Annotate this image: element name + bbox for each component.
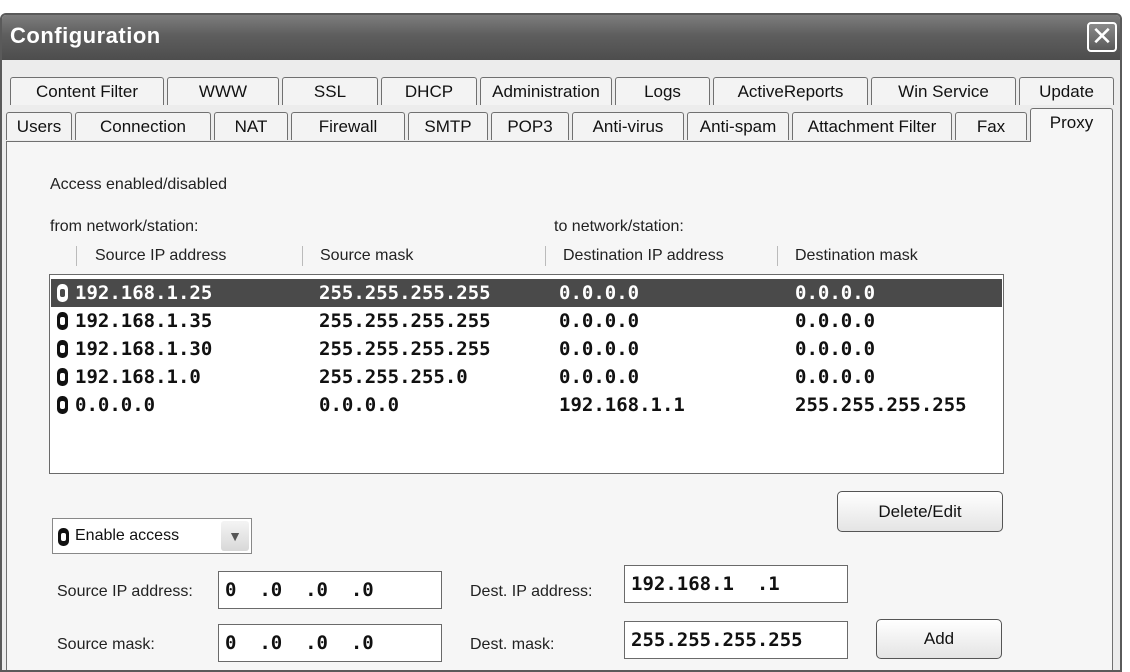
tab-connection[interactable]: Connection bbox=[75, 112, 211, 140]
cell-destination-mask: 0.0.0.0 bbox=[795, 338, 876, 360]
tab-logs[interactable]: Logs bbox=[615, 77, 710, 105]
tab-ssl[interactable]: SSL bbox=[282, 77, 378, 105]
dest-ip-label: Dest. IP address: bbox=[470, 583, 593, 600]
col-destination-mask[interactable]: Destination mask bbox=[795, 247, 918, 265]
tab-win-service[interactable]: Win Service bbox=[871, 77, 1016, 105]
col-source-mask[interactable]: Source mask bbox=[320, 247, 413, 265]
source-mask-label: Source mask: bbox=[57, 636, 155, 653]
cell-destination-mask: 0.0.0.0 bbox=[795, 366, 876, 388]
cell-source-ip: 192.168.1.25 bbox=[75, 282, 213, 304]
cell-destination-ip: 0.0.0.0 bbox=[559, 310, 640, 332]
source-mask-field[interactable]: 0 .0 .0 .0 bbox=[218, 624, 442, 662]
tab-proxy[interactable]: Proxy bbox=[1030, 108, 1113, 142]
lock-icon bbox=[58, 528, 69, 546]
cell-destination-ip: 192.168.1.1 bbox=[559, 394, 685, 416]
add-button[interactable]: Add bbox=[876, 619, 1002, 659]
source-ip-field[interactable]: 0 .0 .0 .0 bbox=[218, 571, 442, 609]
tab-fax[interactable]: Fax bbox=[955, 112, 1027, 140]
tab-smtp[interactable]: SMTP bbox=[408, 112, 488, 140]
lock-icon bbox=[57, 312, 68, 330]
cell-source-mask: 255.255.255.255 bbox=[319, 310, 491, 332]
cell-destination-ip: 0.0.0.0 bbox=[559, 282, 640, 304]
configuration-window: Configuration ✕ Content Filter WWW SSL D… bbox=[0, 13, 1122, 672]
tab-update[interactable]: Update bbox=[1019, 77, 1114, 105]
column-separator bbox=[545, 246, 546, 266]
tab-anti-spam[interactable]: Anti-spam bbox=[687, 112, 789, 140]
column-separator bbox=[76, 246, 77, 266]
tab-anti-virus[interactable]: Anti-virus bbox=[572, 112, 684, 140]
col-destination-ip[interactable]: Destination IP address bbox=[563, 247, 724, 265]
cell-destination-mask: 0.0.0.0 bbox=[795, 282, 876, 304]
lock-icon bbox=[57, 340, 68, 358]
cell-source-ip: 192.168.1.35 bbox=[75, 310, 213, 332]
col-source-ip[interactable]: Source IP address bbox=[95, 247, 226, 265]
cell-source-ip: 0.0.0.0 bbox=[75, 394, 156, 416]
section-label: Access enabled/disabled bbox=[50, 176, 228, 193]
lock-icon bbox=[57, 284, 68, 302]
tab-nat[interactable]: NAT bbox=[214, 112, 288, 140]
cell-source-mask: 255.255.255.255 bbox=[319, 282, 491, 304]
cell-source-ip: 192.168.1.30 bbox=[75, 338, 213, 360]
cell-destination-mask: 0.0.0.0 bbox=[795, 310, 876, 332]
title-bar[interactable]: Configuration ✕ bbox=[2, 15, 1120, 60]
delete-edit-button[interactable]: Delete/Edit bbox=[837, 491, 1003, 532]
table-row[interactable]: 0.0.0.0 0.0.0.0 192.168.1.1 255.255.255.… bbox=[51, 391, 1002, 419]
lock-icon bbox=[57, 396, 68, 414]
column-separator bbox=[302, 246, 303, 266]
tab-activereports[interactable]: ActiveReports bbox=[713, 77, 868, 105]
tab-attachment-filter[interactable]: Attachment Filter bbox=[792, 112, 952, 140]
cell-source-ip: 192.168.1.0 bbox=[75, 366, 201, 388]
cell-destination-mask: 255.255.255.255 bbox=[795, 394, 967, 416]
lock-icon bbox=[57, 368, 68, 386]
access-rules-list[interactable]: 192.168.1.25 255.255.255.255 0.0.0.0 0.0… bbox=[49, 274, 1004, 474]
table-row[interactable]: 192.168.1.35 255.255.255.255 0.0.0.0 0.0… bbox=[51, 307, 1002, 335]
column-separator bbox=[777, 246, 778, 266]
tab-pop3[interactable]: POP3 bbox=[491, 112, 569, 140]
cell-destination-ip: 0.0.0.0 bbox=[559, 366, 640, 388]
cell-source-mask: 0.0.0.0 bbox=[319, 394, 400, 416]
tab-administration[interactable]: Administration bbox=[480, 77, 612, 105]
dest-ip-field[interactable]: 192.168.1 .1 bbox=[624, 565, 848, 603]
dest-mask-label: Dest. mask: bbox=[470, 636, 555, 653]
table-row[interactable]: 192.168.1.25 255.255.255.255 0.0.0.0 0.0… bbox=[51, 279, 1002, 307]
tab-content-filter[interactable]: Content Filter bbox=[10, 77, 164, 105]
access-select[interactable]: Enable access ▼ bbox=[52, 518, 252, 554]
cell-source-mask: 255.255.255.255 bbox=[319, 338, 491, 360]
source-ip-label: Source IP address: bbox=[57, 583, 193, 600]
tab-users[interactable]: Users bbox=[6, 112, 72, 140]
tab-dhcp[interactable]: DHCP bbox=[381, 77, 477, 105]
chevron-down-icon[interactable]: ▼ bbox=[221, 521, 249, 551]
tab-firewall[interactable]: Firewall bbox=[291, 112, 405, 140]
close-button[interactable]: ✕ bbox=[1087, 22, 1117, 52]
dest-mask-field[interactable]: 255.255.255.255 bbox=[624, 621, 848, 659]
cell-source-mask: 255.255.255.0 bbox=[319, 366, 468, 388]
tab-www[interactable]: WWW bbox=[167, 77, 279, 105]
access-select-value: Enable access bbox=[75, 527, 180, 544]
cell-destination-ip: 0.0.0.0 bbox=[559, 338, 640, 360]
window-title: Configuration bbox=[10, 23, 161, 48]
table-row[interactable]: 192.168.1.30 255.255.255.255 0.0.0.0 0.0… bbox=[51, 335, 1002, 363]
from-network-label: from network/station: bbox=[50, 218, 199, 235]
close-icon[interactable]: ✕ bbox=[1091, 21, 1113, 51]
to-network-label: to network/station: bbox=[554, 218, 684, 235]
table-row[interactable]: 192.168.1.0 255.255.255.0 0.0.0.0 0.0.0.… bbox=[51, 363, 1002, 391]
